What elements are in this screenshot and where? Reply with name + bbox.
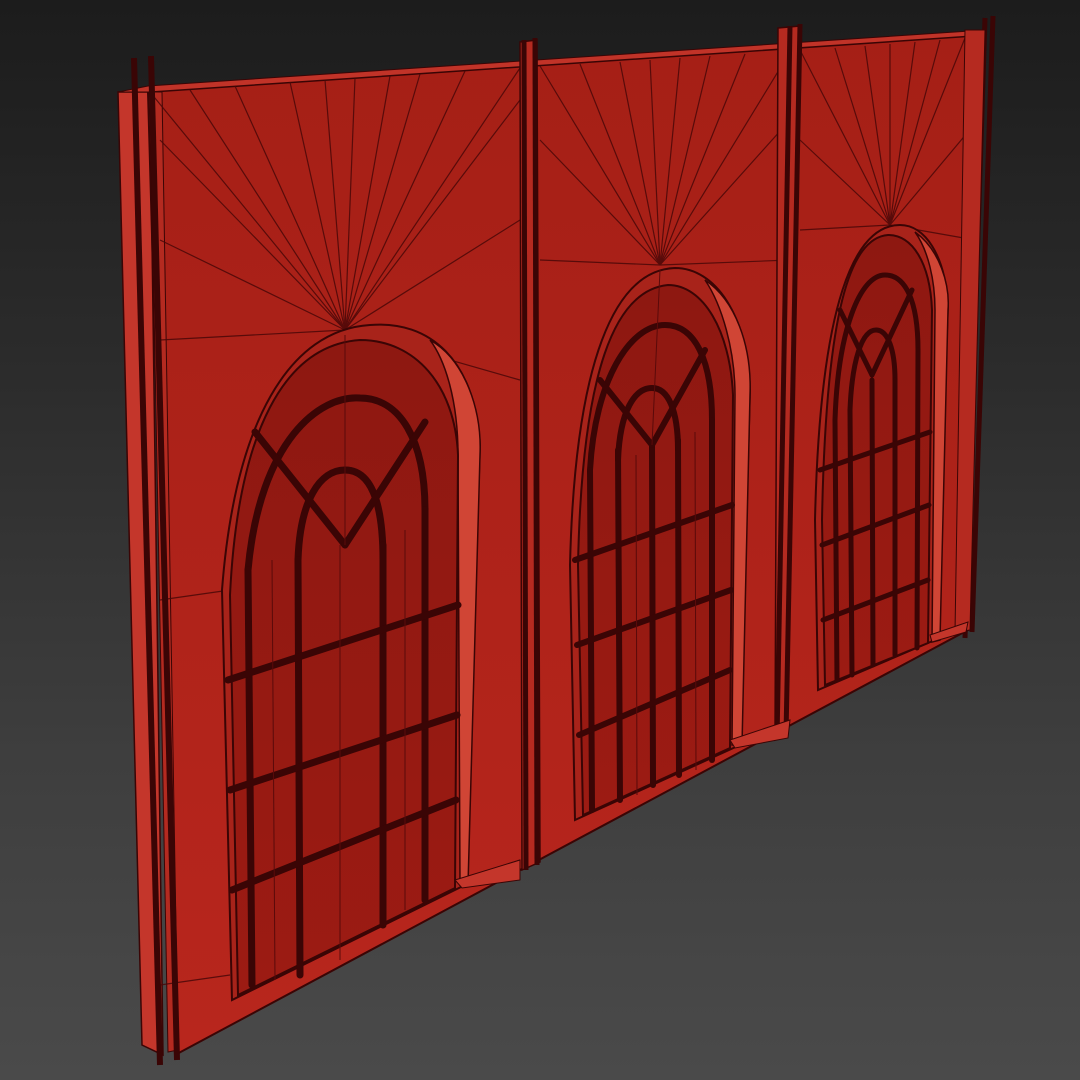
3d-viewport[interactable] [0,0,1080,1080]
wireframe-model-canvas[interactable] [0,0,1080,1080]
